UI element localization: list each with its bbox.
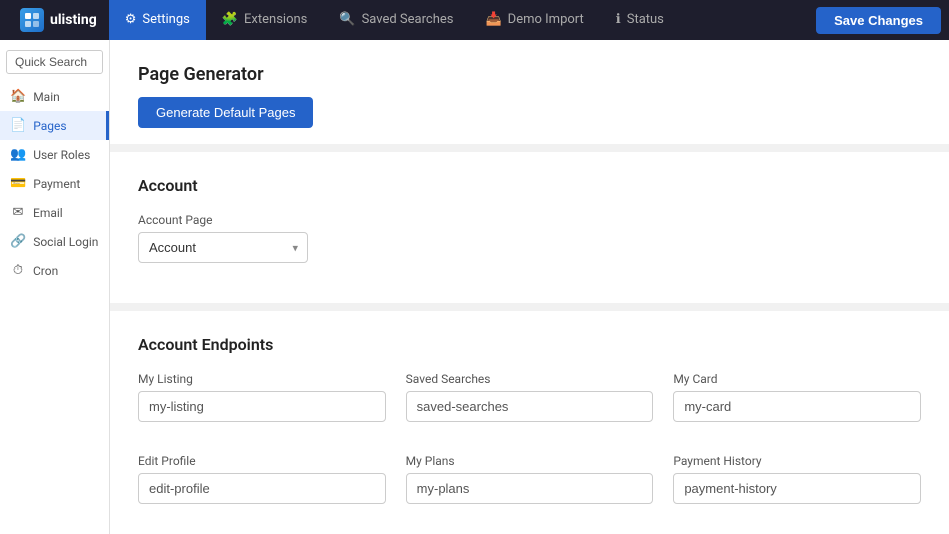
- nav-tab-status[interactable]: ℹ Status: [600, 0, 680, 40]
- my-plans-field: My Plans: [406, 454, 654, 504]
- nav-tab-extensions[interactable]: 🧩 Extensions: [206, 0, 324, 40]
- my-card-label: My Card: [673, 372, 921, 386]
- app-title: ulisting: [50, 12, 97, 28]
- settings-icon: ⚙: [125, 12, 137, 27]
- my-card-input[interactable]: [673, 391, 921, 422]
- my-listing-label: My Listing: [138, 372, 386, 386]
- status-icon: ℹ: [616, 12, 621, 27]
- account-section-title: Account: [138, 176, 921, 195]
- sidebar-item-cron[interactable]: ⏱ Cron: [0, 256, 109, 285]
- my-plans-label: My Plans: [406, 454, 654, 468]
- payment-icon: 💳: [10, 176, 26, 191]
- account-section: Account Account Page Account My Account …: [110, 152, 949, 311]
- account-page-field: Account Page Account My Account Dashboar…: [138, 213, 921, 263]
- sidebar-item-user-roles[interactable]: 👥 User Roles: [0, 140, 109, 169]
- top-nav: ulisting ⚙ Settings 🧩 Extensions 🔍 Saved…: [0, 0, 949, 40]
- edit-profile-field: Edit Profile: [138, 454, 386, 504]
- generate-default-pages-button[interactable]: Generate Default Pages: [138, 97, 313, 128]
- nav-tab-saved-searches[interactable]: 🔍 Saved Searches: [323, 0, 469, 40]
- endpoints-section-title: Account Endpoints: [138, 335, 921, 354]
- logo-area: ulisting: [8, 8, 109, 32]
- saved-searches-label: Saved Searches: [406, 372, 654, 386]
- nav-tab-settings[interactable]: ⚙ Settings: [109, 0, 206, 40]
- payment-history-label: Payment History: [673, 454, 921, 468]
- save-changes-button[interactable]: Save Changes: [816, 7, 941, 34]
- social-login-icon: 🔗: [10, 234, 26, 249]
- saved-searches-icon: 🔍: [339, 12, 355, 27]
- payment-history-field: Payment History: [673, 454, 921, 504]
- sidebar-item-social-login[interactable]: 🔗 Social Login: [0, 227, 109, 256]
- logo-icon: [20, 8, 44, 32]
- search-input[interactable]: [6, 50, 103, 74]
- nav-tab-demo-import[interactable]: 📥 Demo Import: [469, 0, 599, 40]
- sidebar-item-email[interactable]: ✉ Email: [0, 198, 109, 227]
- demo-import-icon: 📥: [485, 12, 501, 27]
- home-icon: 🏠: [10, 89, 26, 104]
- email-icon: ✉: [10, 205, 26, 220]
- endpoints-grid: My Listing Saved Searches My Card Edit P…: [138, 372, 921, 520]
- edit-profile-label: Edit Profile: [138, 454, 386, 468]
- account-page-select[interactable]: Account My Account Dashboard: [138, 232, 308, 263]
- user-roles-icon: 👥: [10, 147, 26, 162]
- sidebar-item-pages[interactable]: 📄 Pages: [0, 111, 109, 140]
- sidebar-item-main[interactable]: 🏠 Main: [0, 82, 109, 111]
- saved-searches-input[interactable]: [406, 391, 654, 422]
- my-card-field: My Card: [673, 372, 921, 422]
- edit-profile-input[interactable]: [138, 473, 386, 504]
- extensions-icon: 🧩: [222, 12, 238, 27]
- cron-icon: ⏱: [10, 263, 26, 278]
- pages-icon: 📄: [10, 118, 26, 133]
- my-listing-input[interactable]: [138, 391, 386, 422]
- main-content: Page Generator Generate Default Pages Ac…: [110, 40, 949, 534]
- saved-searches-field: Saved Searches: [406, 372, 654, 422]
- sidebar: 🏠 Main 📄 Pages 👥 User Roles 💳 Payment ✉ …: [0, 40, 110, 534]
- payment-history-input[interactable]: [673, 473, 921, 504]
- page-title: Page Generator: [138, 64, 921, 97]
- layout: 🏠 Main 📄 Pages 👥 User Roles 💳 Payment ✉ …: [0, 40, 949, 534]
- my-plans-input[interactable]: [406, 473, 654, 504]
- endpoints-section: Account Endpoints My Listing Saved Searc…: [110, 311, 949, 534]
- account-page-label: Account Page: [138, 213, 921, 227]
- my-listing-field: My Listing: [138, 372, 386, 422]
- account-page-select-wrap: Account My Account Dashboard ▾: [138, 232, 308, 263]
- sidebar-item-payment[interactable]: 💳 Payment: [0, 169, 109, 198]
- nav-tabs: ⚙ Settings 🧩 Extensions 🔍 Saved Searches…: [109, 0, 680, 40]
